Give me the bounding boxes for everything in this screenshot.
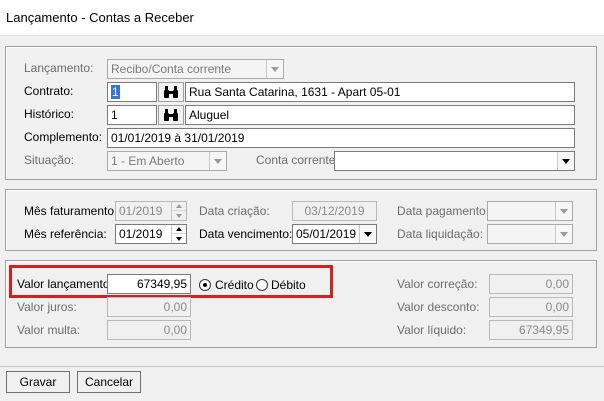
valor-desconto-field: 0,00: [489, 297, 573, 317]
window-titlebar: Lançamento - Contas a Receber: [0, 0, 604, 36]
situacao-value: 1 - Em Aberto: [111, 154, 185, 168]
mes-referencia-spinner[interactable]: 01/2019: [115, 224, 187, 244]
window-title: Lançamento - Contas a Receber: [6, 10, 194, 25]
cancel-button[interactable]: Cancelar: [77, 371, 141, 393]
situacao-select[interactable]: 1 - Em Aberto: [107, 151, 227, 171]
valor-liquido-value: 67349,95: [518, 323, 569, 337]
lancamento-label: Lançamento:: [24, 61, 94, 75]
valor-juros-field: 0,00: [107, 297, 191, 317]
spin-down-icon[interactable]: [172, 211, 186, 220]
data-vencimento-picker[interactable]: 05/01/2019: [292, 224, 377, 244]
valor-juros-value: 0,00: [163, 300, 187, 314]
conta-corrente-select[interactable]: [334, 151, 575, 171]
complemento-label: Complemento:: [24, 130, 103, 144]
data-pagamento-label: Data pagamento:: [397, 204, 490, 218]
historico-description-field[interactable]: Aluguel: [185, 105, 575, 125]
mes-referencia-spin-buttons: [171, 225, 186, 243]
complemento-value: 01/01/2019 à 31/01/2019: [111, 131, 245, 145]
spin-up-icon[interactable]: [172, 225, 186, 234]
data-criacao-value: 03/12/2019: [304, 204, 365, 218]
lancamento-select[interactable]: Recibo/Conta corrente: [107, 59, 284, 79]
historico-search-button[interactable]: [158, 105, 184, 125]
conta-corrente-label: Conta corrente:: [256, 153, 339, 167]
binoculars-icon: [164, 109, 178, 121]
mes-referencia-value: 01/2019: [119, 227, 163, 241]
spin-up-icon[interactable]: [172, 202, 186, 211]
mes-referencia-label: Mês referência:: [24, 227, 107, 241]
data-liquidacao-picker[interactable]: [487, 224, 573, 244]
contrato-label: Contrato:: [24, 84, 74, 98]
mes-faturamento-spin-buttons: [171, 202, 186, 220]
contrato-code-value: 1: [111, 85, 120, 99]
valor-correcao-field: 0,00: [489, 274, 573, 294]
data-vencimento-value: 05/01/2019: [296, 227, 357, 241]
valor-correcao-value: 0,00: [545, 277, 569, 291]
mes-faturamento-value: 01/2019: [119, 204, 163, 218]
contrato-description-value: Rua Santa Catarina, 1631 - Apart 05-01: [189, 85, 401, 99]
chevron-down-icon: [266, 60, 283, 78]
mes-faturamento-spinner[interactable]: 01/2019: [115, 201, 187, 221]
chevron-down-icon: [557, 152, 574, 170]
data-liquidacao-label: Data liquidação:: [397, 227, 484, 241]
contrato-code-input[interactable]: 1: [107, 82, 157, 102]
lancamento-value: Recibo/Conta corrente: [111, 62, 232, 76]
data-criacao-field: 03/12/2019: [292, 201, 377, 221]
data-pagamento-picker[interactable]: [487, 201, 573, 221]
valor-desconto-value: 0,00: [545, 300, 569, 314]
contrato-search-button[interactable]: [158, 82, 184, 102]
binoculars-icon: [164, 86, 178, 98]
chevron-down-icon: [555, 225, 572, 243]
valor-correcao-label: Valor correção:: [397, 277, 478, 291]
annotation-highlight-box: [9, 265, 333, 298]
mes-faturamento-label: Mês faturamento:: [24, 204, 118, 218]
valor-desconto-label: Valor desconto:: [397, 300, 480, 314]
historico-code-input[interactable]: 1: [107, 105, 157, 125]
valor-juros-label: Valor juros:: [17, 300, 77, 314]
chevron-down-icon: [209, 152, 226, 170]
valor-multa-value: 0,00: [163, 323, 187, 337]
spin-down-icon[interactable]: [172, 234, 186, 243]
historico-description-value: Aluguel: [189, 108, 230, 122]
valor-liquido-label: Valor líquido:: [397, 323, 467, 337]
data-vencimento-label: Data vencimento:: [199, 227, 293, 241]
complemento-input[interactable]: 01/01/2019 à 31/01/2019: [107, 128, 575, 148]
contrato-description-field[interactable]: Rua Santa Catarina, 1631 - Apart 05-01: [185, 82, 575, 102]
valor-multa-label: Valor multa:: [17, 323, 81, 337]
situacao-label: Situação:: [24, 153, 75, 167]
data-criacao-label: Data criação:: [199, 204, 270, 218]
chevron-down-icon: [359, 225, 376, 243]
historico-code-value: 1: [111, 108, 118, 122]
save-button[interactable]: Gravar: [6, 371, 70, 393]
historico-label: Histórico:: [24, 107, 75, 121]
valor-liquido-field: 67349,95: [489, 320, 573, 340]
valor-multa-field: 0,00: [107, 320, 191, 340]
chevron-down-icon: [555, 202, 572, 220]
